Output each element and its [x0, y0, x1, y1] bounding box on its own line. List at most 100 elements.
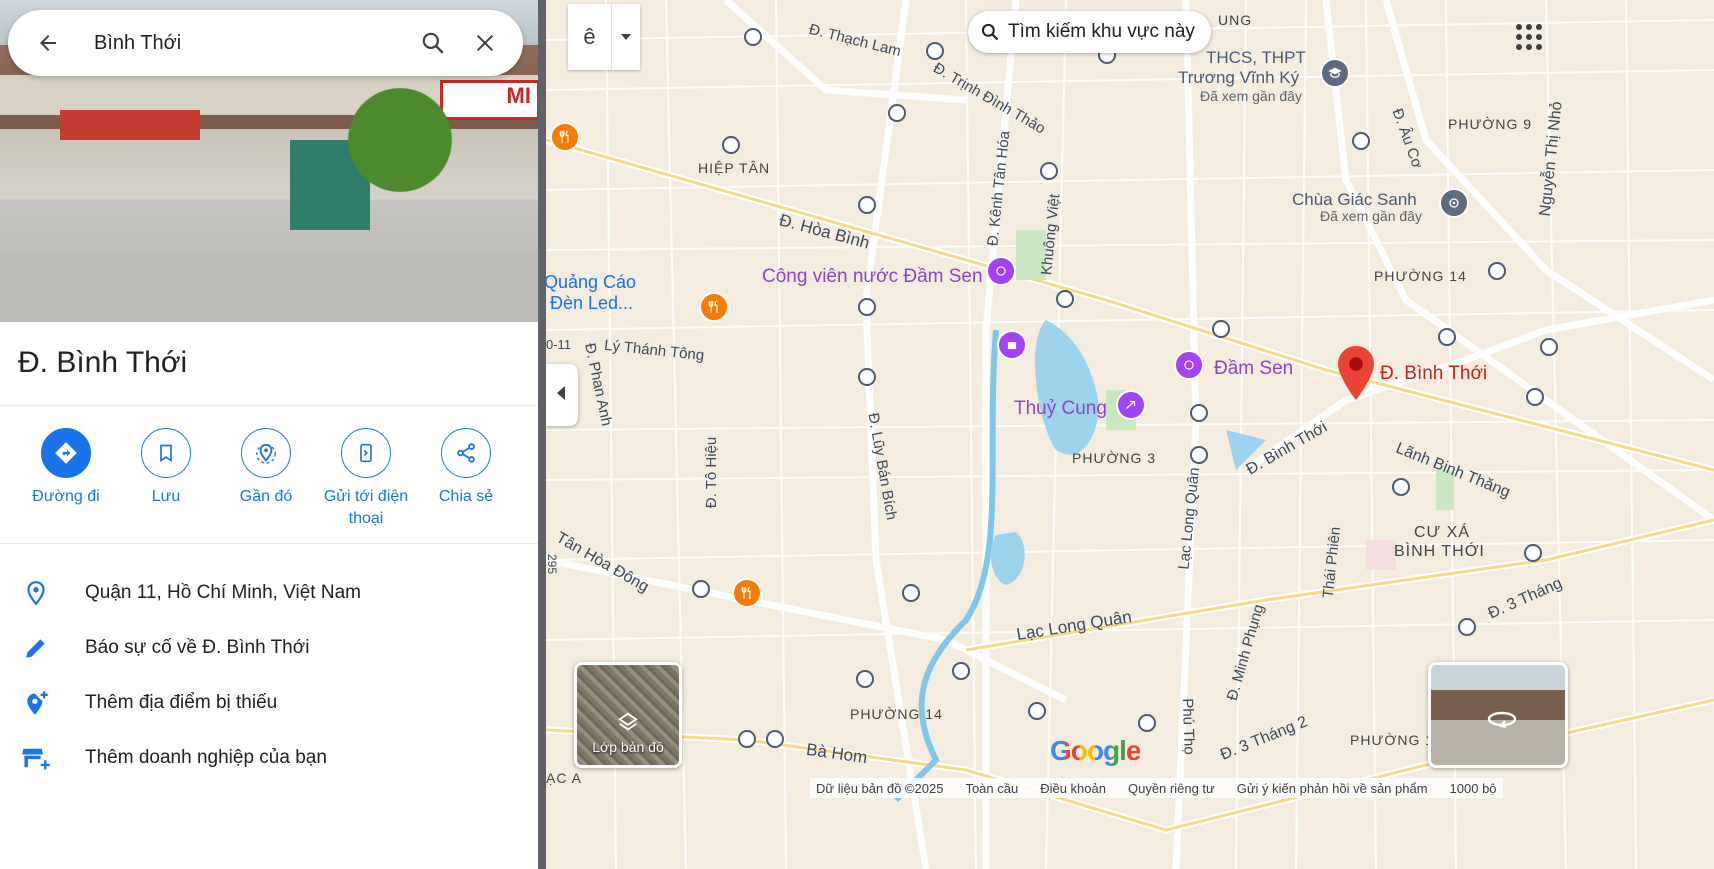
bus-stop-icon[interactable] [1540, 338, 1558, 356]
bus-stop-icon[interactable] [1190, 404, 1208, 422]
bus-stop-icon[interactable] [858, 368, 876, 386]
area-label: PHƯỜNG 14 [1374, 268, 1467, 284]
selected-place-pin[interactable] [1338, 346, 1374, 405]
bus-stop-icon[interactable] [1352, 132, 1370, 150]
temple-icon[interactable] [1439, 188, 1469, 218]
road-label: 295 [546, 553, 560, 575]
map-canvas[interactable]: Đ. Thạch Lam Đ. Trịnh Đình Thảo HIỆP TÂN… [546, 0, 1714, 869]
bus-stop-icon[interactable] [952, 662, 970, 680]
input-tools: ê [568, 4, 640, 70]
bus-stop-icon[interactable] [744, 28, 762, 46]
bus-stop-icon[interactable] [1190, 446, 1208, 464]
input-method-button[interactable]: ê [568, 4, 612, 70]
location-pin-icon [16, 580, 56, 606]
restaurant-icon[interactable] [732, 578, 762, 608]
poi-label[interactable]: Đèn Led... [550, 293, 633, 314]
area-label: ẠC A [546, 770, 582, 786]
aquarium-icon[interactable] [1116, 390, 1146, 420]
add-business-row[interactable]: Thêm doanh nghiệp của bạn [0, 731, 540, 785]
bus-stop-icon[interactable] [1212, 320, 1230, 338]
amusement-park-icon[interactable] [1174, 350, 1204, 380]
poi-subtitle: Đã xem gần đây [1320, 208, 1422, 224]
street-view-thumbnail[interactable] [1428, 662, 1568, 768]
nearby-icon [241, 428, 291, 478]
directions-button[interactable]: Đường đi [16, 428, 116, 508]
send-to-phone-button[interactable]: Gửi tới điện thoại [316, 428, 416, 530]
selected-place-label[interactable]: Đ. Bình Thới [1380, 363, 1487, 385]
feedback-link[interactable]: Gửi ý kiến phản hồi về sản phẩm [1237, 781, 1428, 796]
poi-label[interactable]: Trương Vĩnh Ký [1178, 68, 1299, 88]
search-input[interactable] [94, 31, 415, 55]
bus-stop-icon[interactable] [722, 136, 740, 154]
search-icon[interactable] [415, 25, 451, 61]
area-label: PHƯỜNG 1 [1350, 732, 1435, 748]
area-label: UNG [1218, 12, 1253, 28]
road-surface [0, 250, 540, 322]
apps-grid-icon[interactable] [1514, 22, 1544, 52]
share-label: Chia sẻ [438, 488, 494, 505]
add-business-icon [16, 744, 56, 772]
bus-stop-icon[interactable] [856, 670, 874, 688]
search-box [8, 10, 523, 76]
action-buttons: Đường đi Lưu Gần đó Gửi tới điện thoại C… [0, 428, 540, 538]
school-icon[interactable] [1320, 58, 1350, 88]
layers-button[interactable]: Lớp bản đồ [574, 662, 682, 768]
bus-stop-icon[interactable] [1040, 162, 1058, 180]
bus-stop-icon[interactable] [926, 42, 944, 60]
area-label: CƯ XÁ [1414, 524, 1471, 541]
bookmark-icon [141, 428, 191, 478]
scale-control[interactable]: 1000 bộ [1450, 781, 1497, 796]
search-this-area-button[interactable]: Tìm kiếm khu vực này [968, 11, 1211, 53]
poi-label[interactable]: Thuỷ Cung [1014, 398, 1107, 420]
rotate-360-icon [1487, 707, 1517, 736]
add-missing-place-row[interactable]: Thêm địa điểm bị thiếu [0, 676, 540, 730]
terms-link[interactable]: Điều khoản [1040, 781, 1106, 796]
restaurant-icon[interactable] [550, 122, 580, 152]
bus-stop-icon[interactable] [766, 730, 784, 748]
send-to-phone-label: Gửi tới điện thoại [323, 488, 409, 527]
google-logo: Google [1050, 735, 1141, 767]
poi-label[interactable]: Quảng Cáo [546, 272, 636, 293]
save-button[interactable]: Lưu [116, 428, 216, 508]
nearby-button[interactable]: Gần đó [216, 428, 316, 508]
bus-stop-icon[interactable] [888, 104, 906, 122]
bus-stop-icon[interactable] [1138, 714, 1156, 732]
divider [0, 543, 540, 544]
bus-stop-icon[interactable] [1028, 702, 1046, 720]
bus-stop-icon[interactable] [1488, 262, 1506, 280]
bus-stop-icon[interactable] [1526, 388, 1544, 406]
poi-label[interactable]: Công viên nước Đầm Sen [762, 266, 983, 288]
bus-stop-icon[interactable] [738, 730, 756, 748]
chevron-down-icon[interactable] [612, 4, 640, 70]
bus-stop-icon[interactable] [858, 196, 876, 214]
poi-label[interactable]: Đầm Sen [1214, 358, 1293, 380]
bus-stop-icon[interactable] [692, 580, 710, 598]
collapse-panel-button[interactable] [546, 364, 578, 426]
report-issue-row[interactable]: Báo sự cố về Đ. Bình Thới [0, 621, 540, 675]
bus-stop-icon[interactable] [1056, 290, 1074, 308]
panel-scrollbar[interactable] [538, 0, 546, 869]
attraction-icon[interactable] [997, 330, 1027, 360]
poi-label[interactable]: THCS, THPT [1206, 48, 1306, 68]
global-link[interactable]: Toàn cầu [965, 781, 1018, 796]
bus-stop-icon[interactable] [1458, 618, 1476, 636]
poi-label[interactable]: Chùa Giác Sanh [1292, 190, 1417, 210]
bus-stop-icon[interactable] [858, 298, 876, 316]
share-button[interactable]: Chia sẻ [416, 428, 516, 508]
bus-stop-icon[interactable] [1438, 328, 1456, 346]
search-this-area-label: Tìm kiếm khu vực này [1008, 21, 1195, 42]
nearby-label: Gần đó [239, 488, 293, 505]
map-footer: Dữ liệu bản đồ ©2025 Toàn cầu Điều khoản… [810, 778, 1503, 798]
road-label: Đ. Tô Hiệu [703, 436, 721, 509]
back-arrow-icon[interactable] [30, 25, 66, 61]
bus-stop-icon[interactable] [1524, 544, 1542, 562]
bus-stop-icon[interactable] [902, 584, 920, 602]
close-icon[interactable] [467, 25, 503, 61]
amusement-park-icon[interactable] [986, 256, 1016, 286]
bus-stop-icon[interactable] [1392, 478, 1410, 496]
privacy-link[interactable]: Quyền riêng tư [1128, 781, 1215, 796]
send-to-phone-icon [341, 428, 391, 478]
restaurant-icon[interactable] [699, 292, 729, 322]
address-row[interactable]: Quận 11, Hồ Chí Minh, Việt Nam [0, 566, 540, 620]
area-label: BÌNH THỚI [1394, 543, 1485, 560]
